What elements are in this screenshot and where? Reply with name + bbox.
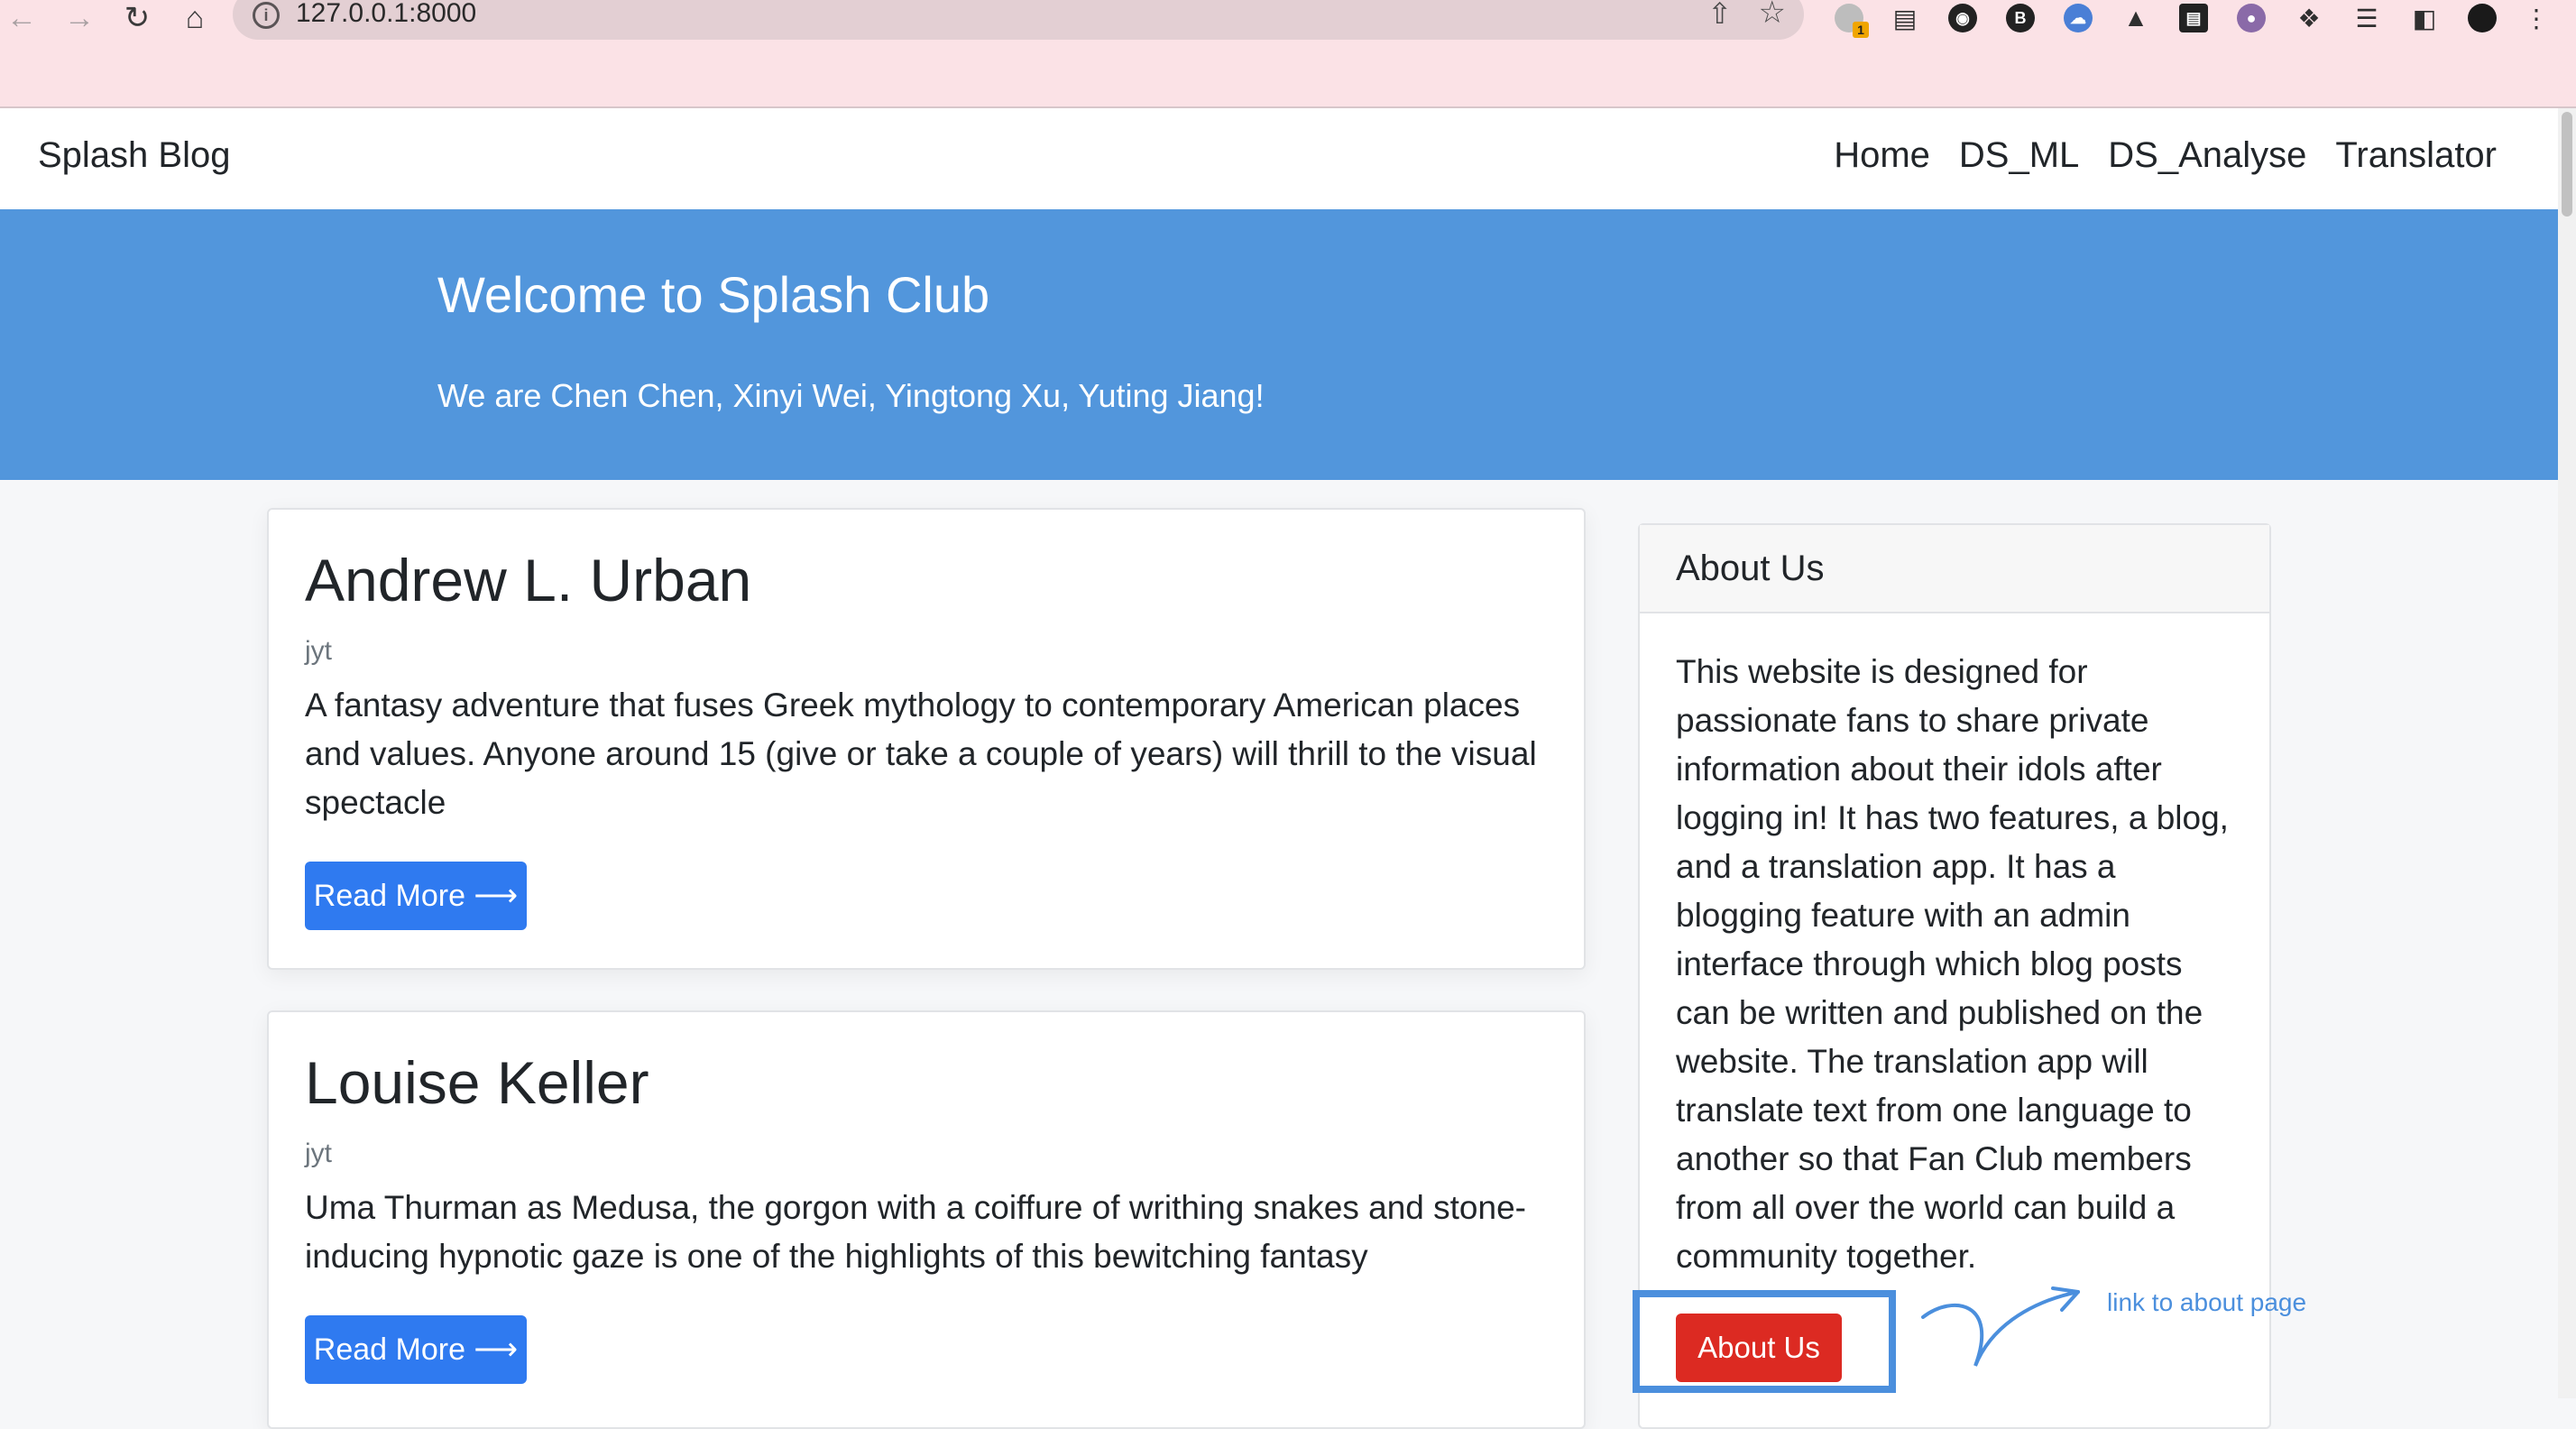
reader-icon[interactable]: ▤ bbox=[1887, 0, 1923, 36]
profile-avatar[interactable] bbox=[2464, 0, 2500, 36]
nav-ds-ml[interactable]: DS_ML bbox=[1959, 135, 2079, 176]
nav-translator[interactable]: Translator bbox=[2335, 135, 2497, 176]
puzzle-icon[interactable]: ❖ bbox=[2291, 0, 2327, 36]
page-scrollbar[interactable] bbox=[2558, 108, 2576, 1398]
post-title: Andrew L. Urban bbox=[305, 547, 752, 613]
address-bar[interactable]: i 127.0.0.1:8000 ⇧ ☆ bbox=[233, 0, 1804, 40]
nav-links: Home DS_ML DS_Analyse Translator bbox=[1834, 135, 2497, 176]
about-us-heading: About Us bbox=[1676, 549, 1825, 588]
read-more-button[interactable]: Read More ⟶ bbox=[305, 862, 527, 930]
info-icon[interactable]: i bbox=[253, 2, 280, 29]
post-card: Louise Keller jyt Uma Thurman as Medusa,… bbox=[267, 1010, 1586, 1429]
home-icon[interactable]: ⌂ bbox=[175, 0, 215, 36]
browser-chrome: ← → ↻ ⌂ i 127.0.0.1:8000 ⇧ ☆ 1 ▤ ◉ B ☁ ▲… bbox=[0, 0, 2576, 108]
post-author: jyt bbox=[305, 1139, 332, 1168]
star-icon[interactable]: ☆ bbox=[1759, 0, 1786, 31]
extension-badge: 1 bbox=[1853, 22, 1869, 38]
incognito-icon[interactable]: ◉ bbox=[1945, 0, 1981, 36]
media-queue-icon[interactable]: ☰ bbox=[2349, 0, 2385, 36]
brand-link[interactable]: Splash Blog bbox=[38, 135, 230, 176]
extension-purple-icon[interactable]: ● bbox=[2233, 0, 2269, 36]
share-icon[interactable]: ⇧ bbox=[1707, 0, 1732, 31]
site-navbar: Splash Blog Home DS_ML DS_Analyse Transl… bbox=[0, 108, 2558, 210]
post-excerpt: A fantasy adventure that fuses Greek myt… bbox=[305, 687, 1537, 821]
back-icon[interactable]: ← bbox=[2, 0, 41, 36]
annotation-highlight-box bbox=[1633, 1290, 1896, 1393]
extension-b-icon[interactable]: B bbox=[2002, 0, 2038, 36]
post-title: Louise Keller bbox=[305, 1049, 649, 1116]
side-panel-icon[interactable]: ◧ bbox=[2406, 0, 2443, 36]
hero-banner: Welcome to Splash Club We are Chen Chen,… bbox=[0, 209, 2558, 480]
hero-subtitle: We are Chen Chen, Xinyi Wei, Yingtong Xu… bbox=[437, 377, 1265, 414]
hero-title: Welcome to Splash Club bbox=[437, 266, 990, 323]
reload-icon[interactable]: ↻ bbox=[117, 0, 157, 36]
annotation-label: link to about page bbox=[2107, 1288, 2307, 1316]
scrollbar-thumb[interactable] bbox=[2562, 112, 2572, 217]
forward-icon[interactable]: → bbox=[60, 0, 99, 36]
nav-home[interactable]: Home bbox=[1834, 135, 1930, 176]
about-us-header: About Us bbox=[1640, 525, 2269, 613]
graduation-cap-icon[interactable]: ▲ bbox=[2118, 0, 2154, 36]
post-author: jyt bbox=[305, 636, 332, 666]
annotation-arrow-icon bbox=[1921, 1286, 2080, 1367]
about-us-text: This website is designed for passionate … bbox=[1676, 653, 2229, 1275]
menu-kebab-icon[interactable]: ⋮ bbox=[2518, 0, 2554, 36]
url-text[interactable]: 127.0.0.1:8000 bbox=[296, 0, 476, 29]
extension-icon[interactable]: 1 bbox=[1831, 0, 1869, 38]
terminal-icon[interactable]: ▤ bbox=[2176, 0, 2212, 36]
extension-cloud-icon[interactable]: ☁ bbox=[2060, 0, 2096, 36]
post-excerpt: Uma Thurman as Medusa, the gorgon with a… bbox=[305, 1189, 1526, 1275]
post-card: Andrew L. Urban jyt A fantasy adventure … bbox=[267, 508, 1586, 970]
read-more-button[interactable]: Read More ⟶ bbox=[305, 1315, 527, 1384]
nav-ds-analyse[interactable]: DS_Analyse bbox=[2108, 135, 2306, 176]
